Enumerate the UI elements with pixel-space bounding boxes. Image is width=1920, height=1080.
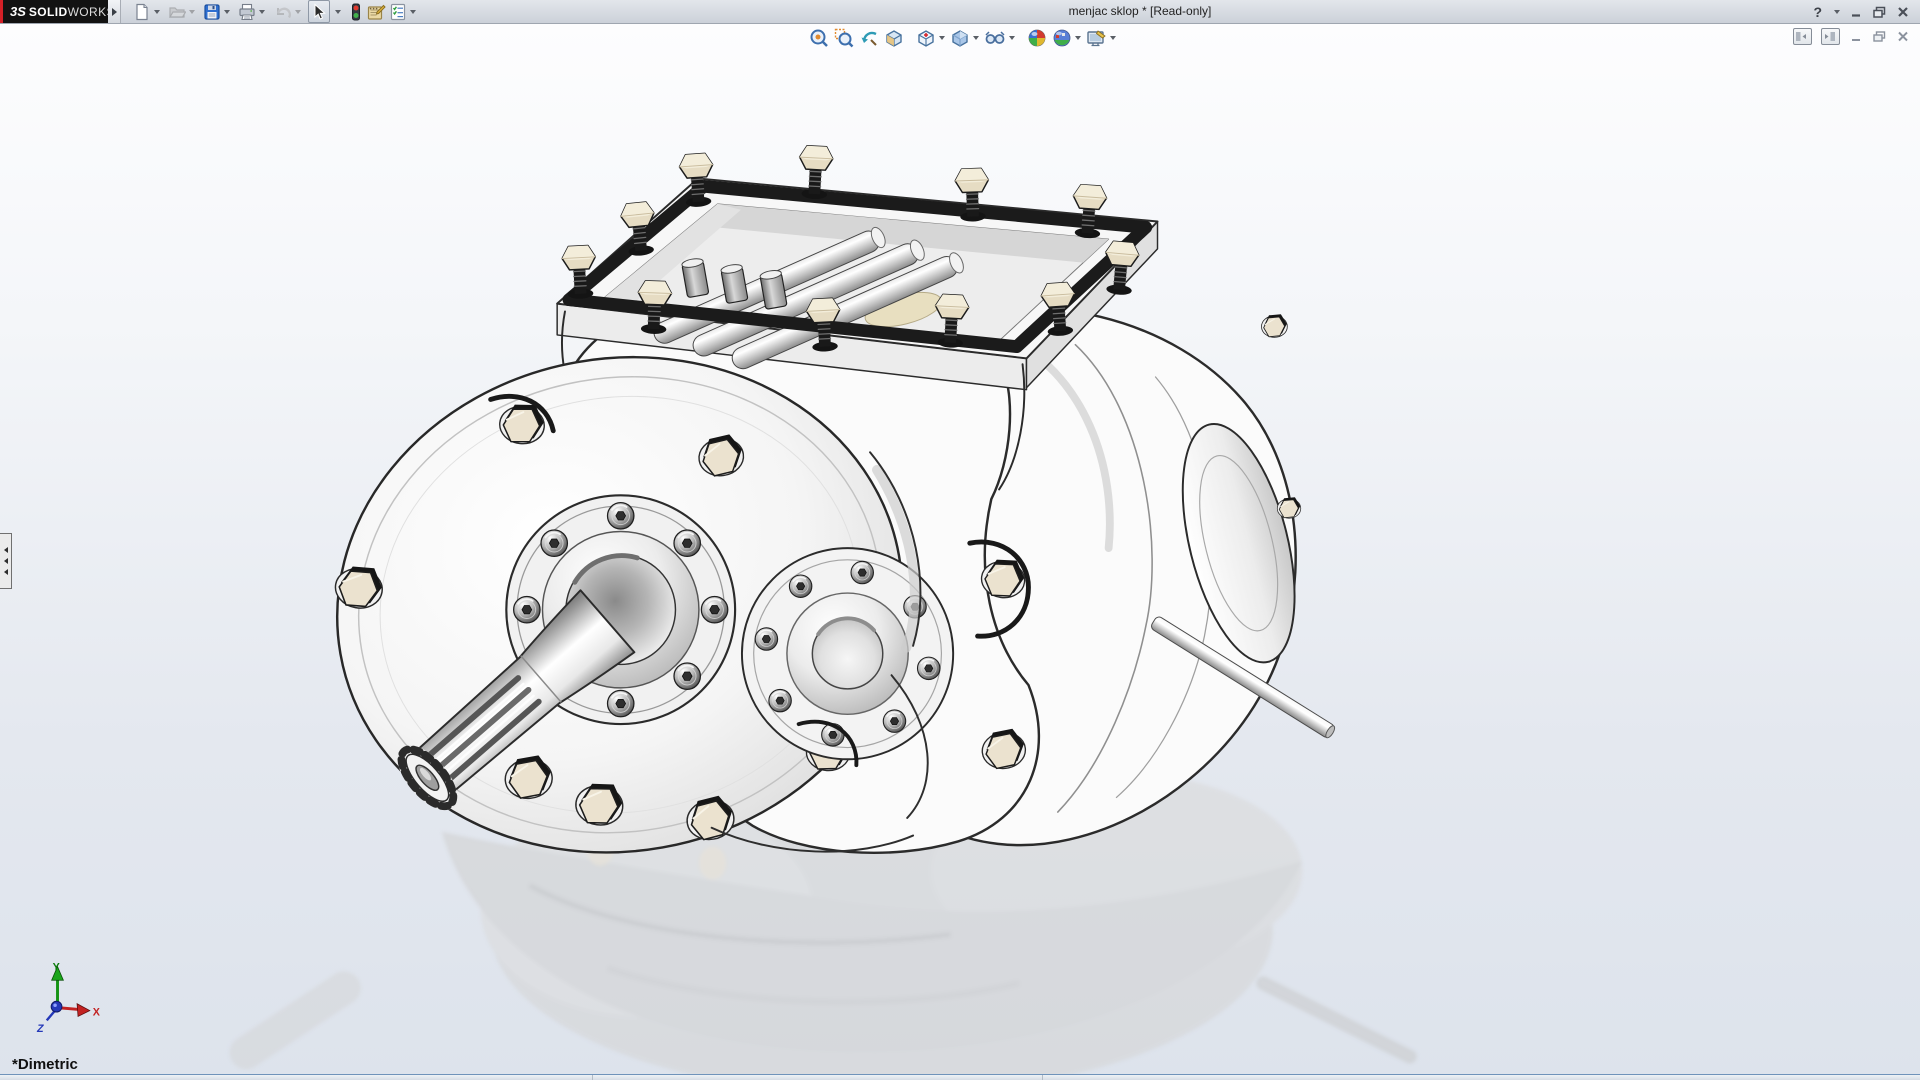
new-document-button[interactable] [132, 1, 161, 22]
close-button[interactable] [1896, 5, 1910, 19]
display-style-icon [950, 28, 970, 48]
taskbar-divider [592, 1075, 593, 1080]
save-floppy-icon [203, 3, 221, 21]
titlebar[interactable]: 3SSOLIDWORKS [0, 0, 1920, 24]
expand-pane-icon [1822, 30, 1837, 43]
zoom-to-fit-button[interactable] [808, 27, 830, 49]
triad-x-label: X [93, 1006, 101, 1018]
view-orientation-label: *Dimetric [12, 1056, 78, 1073]
view-orientation-dropdown-icon[interactable] [939, 36, 945, 40]
document-window-controls [1793, 28, 1910, 45]
window-title: menjac sklop * [Read-only] [1069, 4, 1212, 18]
splitter-arrow-icon [4, 569, 8, 575]
section-view-icon [884, 28, 904, 48]
options-button[interactable] [388, 1, 417, 22]
ds-glyph: 3S [10, 4, 26, 19]
zoom-to-area-button[interactable] [833, 27, 855, 49]
apply-scene-button[interactable] [1051, 27, 1082, 49]
view-orientation-icon [916, 28, 936, 48]
rebuild-traffic-light-icon [349, 3, 363, 21]
edit-appearance-button[interactable] [1026, 27, 1048, 49]
previous-view-button[interactable] [858, 27, 880, 49]
restore-button[interactable] [1872, 5, 1887, 19]
select-dropdown-icon[interactable] [335, 10, 341, 14]
gearbox-model [298, 145, 1337, 896]
doc-restore-button[interactable] [1872, 30, 1887, 43]
splitter-arrow-icon [4, 558, 8, 564]
triad-z-label: Z [36, 1023, 44, 1035]
rebuild-button[interactable] [348, 1, 364, 22]
hide-show-items-button[interactable] [983, 27, 1016, 49]
select-dropdown-button[interactable] [331, 1, 342, 22]
expand-arrow-icon [112, 8, 117, 16]
brand-red-stripe [0, 0, 3, 23]
logo-text: 3SSOLIDWORKS [10, 4, 115, 19]
reference-triad: Y X Z [36, 961, 101, 1035]
undo-icon [273, 3, 292, 21]
design-binder-button[interactable] [365, 1, 387, 22]
previous-view-icon [859, 28, 879, 48]
print-icon [238, 3, 256, 21]
save-button[interactable] [202, 1, 231, 22]
minimize-button[interactable] [1849, 5, 1863, 19]
section-view-button[interactable] [883, 27, 905, 49]
apply-scene-icon [1052, 28, 1072, 48]
expand-pane-button[interactable] [1821, 28, 1840, 45]
splitter-arrow-icon [4, 547, 8, 553]
view-orientation-button[interactable] [915, 27, 946, 49]
taskbar-edge [0, 1074, 1920, 1080]
design-binder-icon [366, 3, 386, 21]
apply-scene-dropdown-icon[interactable] [1075, 36, 1081, 40]
options-dropdown-icon[interactable] [410, 10, 416, 14]
undo-button[interactable] [272, 1, 302, 22]
print-dropdown-icon[interactable] [259, 10, 265, 14]
zoom-to-fit-icon [809, 28, 829, 48]
solidworks-window: 3SSOLIDWORKS [0, 0, 1920, 1080]
menu-expand-button[interactable] [108, 0, 121, 23]
undo-dropdown-icon[interactable] [295, 10, 301, 14]
graphics-area[interactable]: Y X Z [0, 24, 1920, 1080]
open-dropdown-icon[interactable] [189, 10, 195, 14]
triad-y-label: Y [53, 961, 60, 973]
zoom-to-area-icon [834, 28, 854, 48]
help-dropdown-icon[interactable] [1834, 10, 1840, 14]
edit-appearance-icon [1027, 28, 1047, 48]
help-button[interactable]: ? [1813, 4, 1822, 20]
display-style-dropdown-icon[interactable] [973, 36, 979, 40]
save-dropdown-icon[interactable] [224, 10, 230, 14]
doc-minimize-button[interactable] [1849, 30, 1863, 43]
collapse-pane-button[interactable] [1793, 28, 1812, 45]
feature-pane-splitter-tab[interactable] [0, 533, 12, 589]
rear-bolt [1261, 314, 1287, 337]
view-settings-icon [1086, 28, 1107, 48]
hide-show-dropdown-icon[interactable] [1009, 36, 1015, 40]
doc-close-button[interactable] [1896, 30, 1910, 43]
new-dropdown-icon[interactable] [154, 10, 160, 14]
options-checklist-icon [389, 3, 407, 21]
open-button[interactable] [167, 1, 196, 22]
view-settings-button[interactable] [1085, 27, 1117, 49]
view-settings-dropdown-icon[interactable] [1110, 36, 1116, 40]
select-cursor-icon [310, 3, 328, 21]
heads-up-view-toolbar [808, 27, 1117, 49]
select-button[interactable] [308, 0, 330, 23]
main-toolbar [132, 0, 417, 23]
open-folder-icon [168, 3, 186, 21]
titlebar-controls: ? [1813, 0, 1910, 23]
new-document-icon [133, 3, 151, 21]
display-style-button[interactable] [949, 27, 980, 49]
taskbar-divider [1042, 1075, 1043, 1080]
hide-show-items-icon [984, 28, 1006, 48]
solidworks-logo: 3SSOLIDWORKS [0, 0, 108, 23]
brand-bold: SOLID [29, 5, 68, 19]
print-button[interactable] [237, 1, 266, 22]
model-viewport-canvas[interactable]: Y X Z [0, 24, 1920, 1080]
collapse-pane-icon [1794, 30, 1809, 43]
